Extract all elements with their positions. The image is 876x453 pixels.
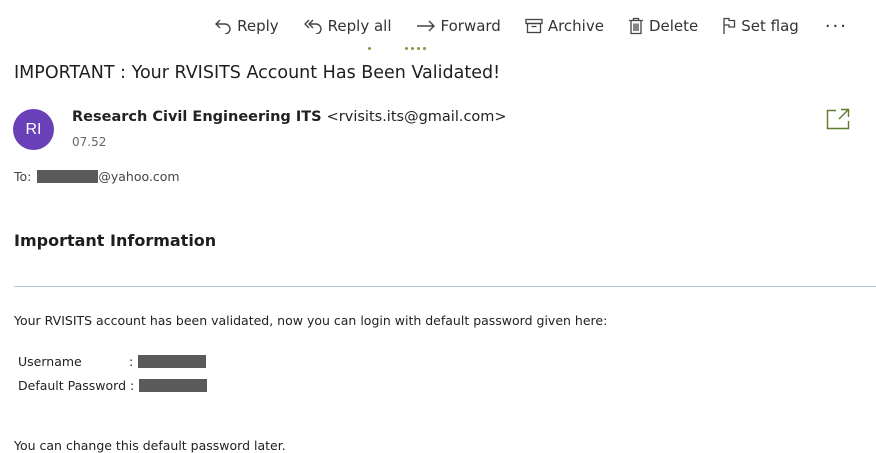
- redacted-password: [139, 379, 208, 392]
- username-label: Username: [18, 354, 82, 369]
- archive-button[interactable]: Archive: [513, 14, 616, 38]
- archive-icon: [525, 18, 543, 34]
- set-flag-button[interactable]: Set flag: [710, 14, 811, 38]
- password-label: Default Password: [18, 378, 127, 393]
- delete-button[interactable]: Delete: [616, 14, 710, 38]
- message-toolbar: Reply Reply all Forward Archive Delete S…: [202, 14, 854, 38]
- dot: [405, 46, 408, 50]
- delete-label: Delete: [648, 17, 699, 35]
- body-heading: Important Information: [14, 231, 217, 250]
- dot: [417, 46, 420, 50]
- forward-label: Forward: [440, 17, 501, 35]
- forward-button[interactable]: Forward: [404, 14, 513, 38]
- popout-icon: [826, 108, 850, 130]
- recipient-line: To: @yahoo.com: [14, 169, 180, 184]
- archive-label: Archive: [547, 17, 604, 35]
- reply-all-button[interactable]: Reply all: [291, 14, 404, 38]
- reply-button[interactable]: Reply: [202, 14, 291, 38]
- username-row: Username :: [18, 354, 207, 369]
- sender-email: <rvisits.its@gmail.com>: [326, 109, 507, 125]
- password-row: Default Password :: [18, 378, 208, 393]
- recipient-domain: @yahoo.com: [98, 169, 180, 184]
- redacted-recipient: [37, 170, 99, 183]
- reply-label: Reply: [237, 17, 279, 35]
- flag-icon: [722, 17, 736, 35]
- more-actions-button[interactable]: ···: [811, 16, 854, 37]
- loading-dots: [368, 45, 431, 51]
- reply-icon: [214, 18, 232, 34]
- more-icon: ···: [824, 15, 848, 37]
- dot: [368, 46, 371, 50]
- set-flag-label: Set flag: [741, 17, 799, 35]
- trash-icon: [628, 17, 644, 35]
- password-separator: :: [130, 378, 135, 393]
- sender-avatar[interactable]: RI: [13, 109, 54, 150]
- dot: [423, 46, 426, 50]
- sender-name: Research Civil Engineering ITS: [72, 109, 322, 125]
- to-label: To:: [14, 169, 32, 184]
- message-time: 07.52: [72, 135, 107, 149]
- forward-arrow-icon: [416, 19, 436, 33]
- footer-text: You can change this default password lat…: [14, 438, 286, 453]
- redacted-username: [138, 355, 207, 368]
- username-separator: :: [129, 354, 134, 369]
- avatar-initials: RI: [25, 120, 42, 138]
- sender-line[interactable]: Research Civil Engineering ITS <rvisits.…: [72, 109, 507, 125]
- open-in-new-window-button[interactable]: [826, 108, 850, 130]
- intro-text: Your RVISITS account has been validated,…: [14, 313, 608, 328]
- reply-all-label: Reply all: [327, 17, 392, 35]
- dot: [411, 46, 414, 50]
- message-subject: IMPORTANT : Your RVISITS Account Has Bee…: [14, 63, 501, 83]
- divider: [14, 286, 876, 287]
- reply-all-icon: [303, 18, 323, 34]
